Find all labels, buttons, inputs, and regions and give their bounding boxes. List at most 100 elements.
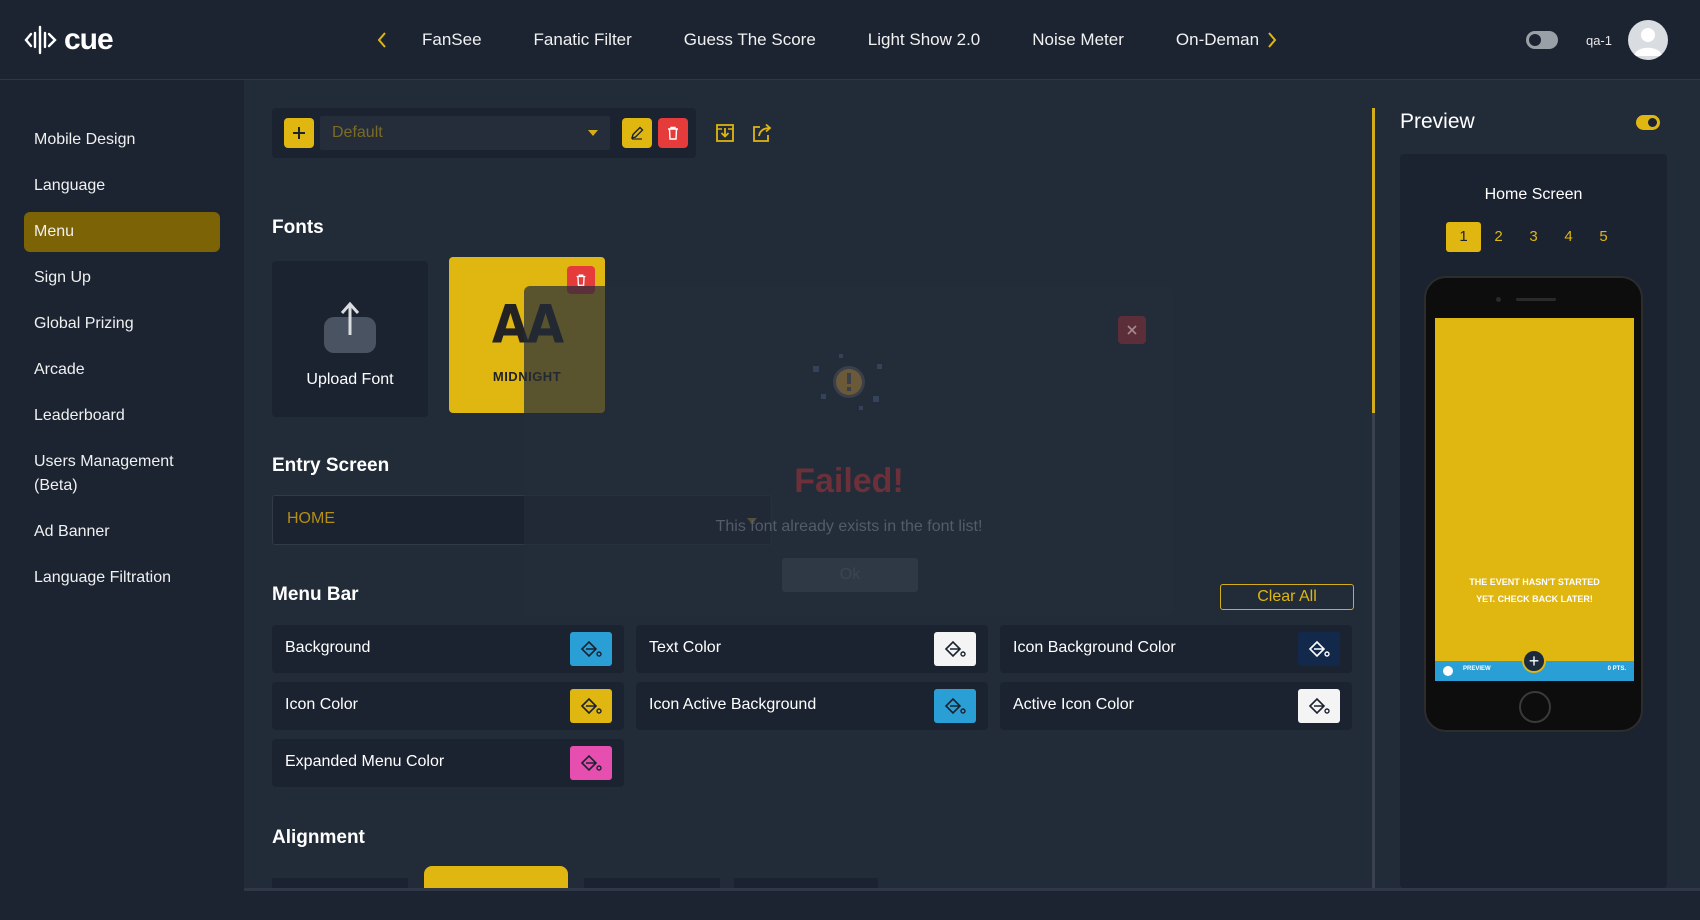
import-button[interactable]	[710, 118, 740, 148]
page-button-3[interactable]: 3	[1516, 222, 1551, 252]
preset-select-value: Default	[332, 124, 383, 141]
upload-font-card[interactable]: Upload Font	[272, 261, 428, 417]
cue-logo[interactable]: cue	[24, 20, 114, 60]
color-row-expanded-menu: Expanded Menu Color	[272, 739, 624, 787]
color-swatch-expanded-menu[interactable]	[570, 746, 612, 780]
page-button-5[interactable]: 5	[1586, 222, 1621, 252]
logo-text: cue	[64, 23, 114, 56]
color-swatch-icon-active-background[interactable]	[934, 689, 976, 723]
color-swatch-icon-color[interactable]	[570, 689, 612, 723]
page-button-1[interactable]: 1	[1446, 222, 1481, 252]
phone-menu-label: PREVIEW	[1463, 666, 1491, 672]
color-swatch-text-color[interactable]	[934, 632, 976, 666]
sidebar-item-sign-up[interactable]: Sign Up	[24, 258, 220, 298]
sidebar-item-ad-banner[interactable]: Ad Banner	[24, 512, 220, 552]
alignment-options	[272, 866, 1362, 888]
modal-title: Failed!	[794, 462, 904, 500]
preset-toolbar: Default	[272, 108, 696, 158]
phone-speaker	[1516, 298, 1556, 301]
preview-toggle[interactable]	[1636, 115, 1660, 130]
theme-toggle[interactable]	[1525, 31, 1558, 49]
delete-preset-button[interactable]	[658, 118, 688, 148]
page-button-4[interactable]: 4	[1551, 222, 1586, 252]
paint-bucket-icon	[1308, 697, 1330, 715]
user-icon	[1634, 28, 1662, 56]
page-button-2[interactable]: 2	[1481, 222, 1516, 252]
user-area: qa-1	[1525, 20, 1668, 60]
export-button[interactable]	[747, 118, 777, 148]
event-message: The Event hasn't started yet. Check back…	[1469, 577, 1600, 604]
nav-item-fanatic-filter[interactable]: Fanatic Filter	[534, 30, 632, 50]
upload-icon	[324, 301, 376, 353]
paint-bucket-icon	[944, 640, 966, 658]
sidebar-item-language[interactable]: Language	[24, 166, 220, 206]
menu-bar-title: Menu Bar	[272, 584, 359, 605]
alignment-option-left[interactable]	[272, 878, 408, 888]
nav-item-fansee[interactable]: FanSee	[422, 30, 482, 50]
pencil-icon	[630, 126, 644, 140]
color-row-icon-color: Icon Color	[272, 682, 624, 730]
entry-screen-title: Entry Screen	[272, 455, 390, 476]
color-row-background: Background	[272, 625, 624, 673]
sidebar-item-global-prizing[interactable]: Global Prizing	[24, 304, 220, 344]
color-label: Expanded Menu Color	[285, 753, 445, 770]
color-swatch-background[interactable]	[570, 632, 612, 666]
edit-preset-button[interactable]	[622, 118, 652, 148]
color-label: Icon Background Color	[1013, 639, 1176, 656]
nav-item-on-demand[interactable]: On-Demand	[1176, 30, 1258, 50]
color-swatch-icon-background[interactable]	[1298, 632, 1340, 666]
sidebar-item-menu[interactable]: Menu	[24, 212, 220, 252]
trash-icon	[576, 274, 586, 286]
sidebar: Mobile Design Language Menu Sign Up Glob…	[0, 80, 244, 920]
alignment-title: Alignment	[272, 827, 365, 848]
sidebar-item-arcade[interactable]: Arcade	[24, 350, 220, 390]
sidebar-item-language-filtration[interactable]: Language Filtration	[24, 558, 220, 598]
top-bar: cue FanSee Fanatic Filter Guess The Scor…	[0, 0, 1700, 80]
username: qa-1	[1585, 32, 1612, 48]
color-row-active-icon-color: Active Icon Color	[1000, 682, 1352, 730]
nav-item-noise-meter[interactable]: Noise Meter	[1032, 30, 1124, 50]
plus-icon	[293, 127, 305, 139]
phone-menu-bar: PREVIEW + 0 PTS.	[1435, 649, 1634, 681]
phone-menu-points: 0 PTS.	[1607, 666, 1626, 672]
alignment-option-center[interactable]	[424, 866, 568, 888]
clear-all-button[interactable]: Clear All	[1220, 584, 1354, 610]
import-icon	[716, 124, 734, 142]
soundwave-logo-icon	[24, 25, 57, 55]
paint-bucket-icon	[1308, 640, 1330, 658]
nav-next-button[interactable]	[1258, 22, 1286, 58]
color-swatch-active-icon-color[interactable]	[1298, 689, 1340, 723]
alignment-option-extra[interactable]	[734, 878, 878, 888]
sidebar-item-users-management[interactable]: Users Management (Beta)	[24, 442, 204, 506]
sidebar-item-leaderboard[interactable]: Leaderboard	[24, 396, 220, 436]
alignment-option-right[interactable]	[584, 878, 720, 888]
error-modal: Failed! This font already exists in the …	[524, 286, 1174, 616]
preview-screen-label: Home Screen	[1484, 186, 1583, 203]
modal-close-button[interactable]	[1118, 316, 1146, 344]
preset-select[interactable]: Default	[320, 116, 610, 150]
fonts-title: Fonts	[272, 217, 324, 238]
phone-home-button	[1519, 691, 1551, 723]
color-label: Icon Active Background	[649, 696, 817, 713]
nav-item-light-show[interactable]: Light Show 2.0	[868, 30, 980, 50]
add-preset-button[interactable]	[284, 118, 314, 148]
plus-icon: +	[1522, 649, 1546, 673]
nav-prev-button[interactable]	[368, 22, 396, 58]
profile-dot-icon	[1443, 666, 1453, 676]
preview-title: Preview	[1400, 110, 1475, 133]
nav-item-guess-the-score[interactable]: Guess The Score	[684, 30, 816, 50]
close-icon	[1127, 325, 1137, 335]
phone-camera	[1496, 297, 1501, 302]
phone-screen: The Event hasn't started yet. Check back…	[1435, 318, 1634, 681]
color-label: Icon Color	[285, 696, 358, 713]
avatar[interactable]	[1628, 20, 1668, 60]
trash-icon	[668, 126, 678, 140]
scroll-indicator[interactable]	[1372, 108, 1375, 413]
caret-down-icon	[588, 130, 598, 136]
preview-pager: 1 2 3 4 5	[1446, 222, 1621, 252]
sidebar-item-mobile-design[interactable]: Mobile Design	[24, 120, 220, 160]
color-row-text-color: Text Color	[636, 625, 988, 673]
modal-ok-button[interactable]: Ok	[782, 558, 918, 592]
paint-bucket-icon	[944, 697, 966, 715]
color-label: Background	[285, 639, 371, 656]
